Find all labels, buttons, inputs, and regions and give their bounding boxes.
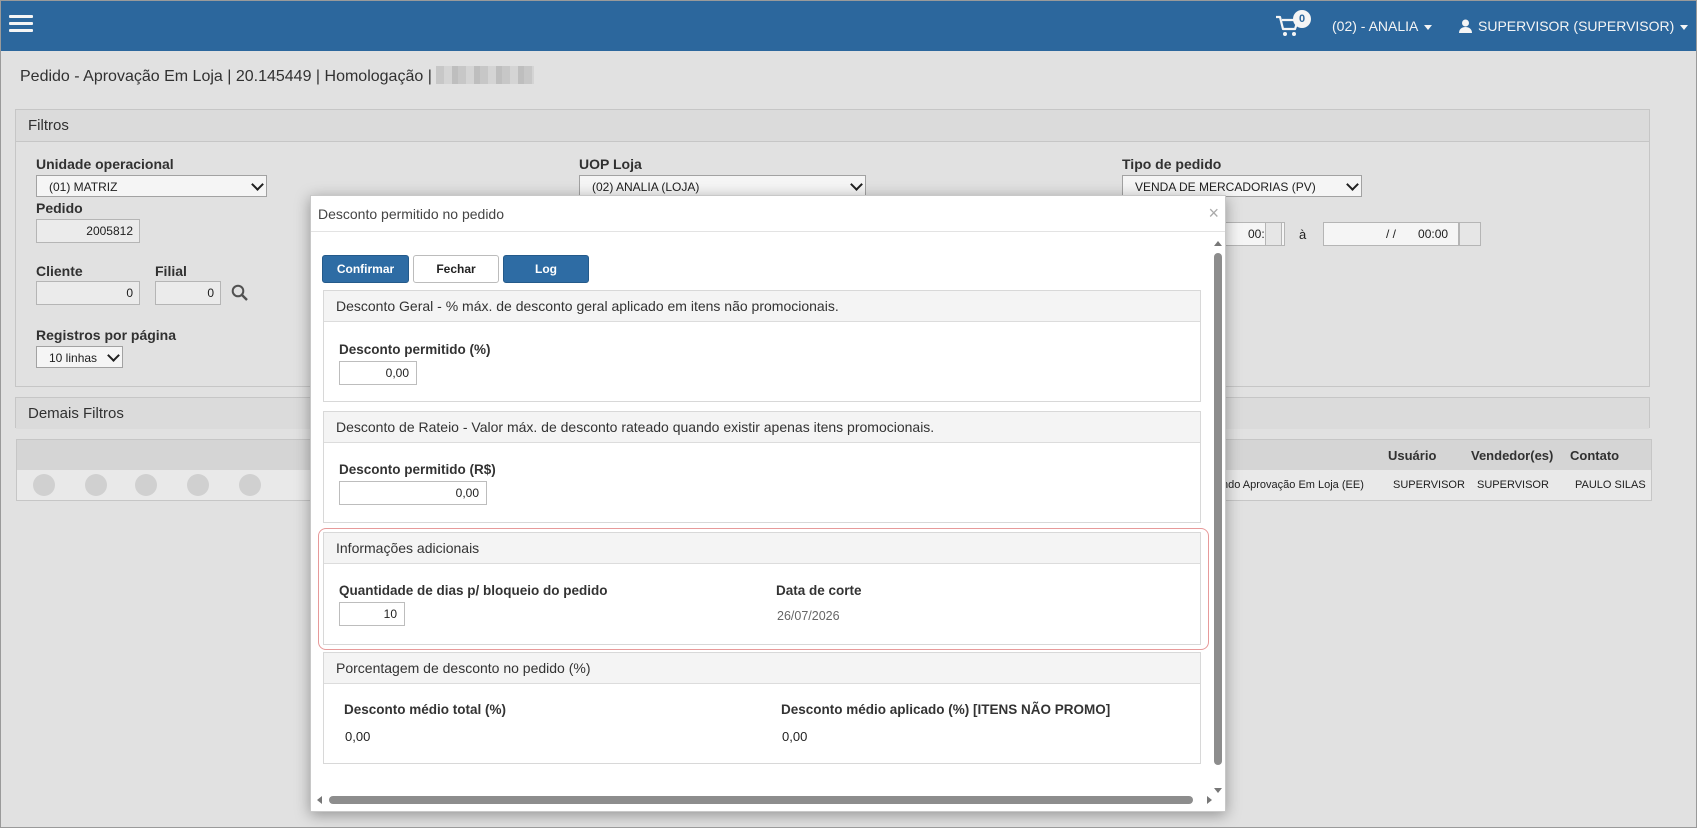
desconto-medio-aplicado-label: Desconto médio aplicado (%) [ITENS NÃO P… <box>781 702 1111 717</box>
discount-modal: Desconto permitido no pedido × Confirmar… <box>310 195 1226 812</box>
highlight-box <box>318 528 1209 650</box>
divider <box>311 231 1225 232</box>
app-frame: 0 (02) - ANALIA SUPERVISOR (SUPERVISOR) … <box>0 0 1697 828</box>
desconto-medio-total-value: 0,00 <box>345 729 371 744</box>
confirm-button[interactable]: Confirmar <box>322 255 409 283</box>
scroll-up-icon[interactable] <box>1214 241 1222 246</box>
desconto-rateio-label: Desconto permitido (R$) <box>339 462 496 477</box>
close-icon[interactable]: × <box>1208 204 1219 222</box>
modal-title: Desconto permitido no pedido <box>318 206 505 222</box>
close-button[interactable]: Fechar <box>413 255 499 283</box>
desconto-rateio-section: Desconto de Rateio - Valor máx. de desco… <box>323 411 1201 523</box>
scroll-right-icon[interactable] <box>1207 796 1212 804</box>
log-button[interactable]: Log <box>503 255 589 283</box>
scroll-left-icon[interactable] <box>317 796 322 804</box>
vertical-scrollbar[interactable] <box>1214 241 1222 793</box>
horizontal-scroll-thumb[interactable] <box>329 796 1193 804</box>
porcentagem-title: Porcentagem de desconto no pedido (%) <box>324 653 1200 684</box>
desconto-rateio-input[interactable]: 0,00 <box>339 481 487 505</box>
horizontal-scrollbar[interactable] <box>317 795 1212 805</box>
desconto-medio-total-label: Desconto médio total (%) <box>344 702 507 717</box>
desconto-geral-input[interactable]: 0,00 <box>339 361 417 385</box>
desconto-geral-label: Desconto permitido (%) <box>339 342 491 357</box>
porcentagem-section: Porcentagem de desconto no pedido (%) De… <box>323 652 1201 764</box>
desconto-medio-aplicado-value: 0,00 <box>782 729 808 744</box>
desconto-geral-section: Desconto Geral - % máx. de desconto gera… <box>323 290 1201 402</box>
desconto-rateio-title: Desconto de Rateio - Valor máx. de desco… <box>324 412 1200 443</box>
desconto-geral-title: Desconto Geral - % máx. de desconto gera… <box>324 291 1200 322</box>
vertical-scroll-thumb[interactable] <box>1214 253 1222 765</box>
scroll-down-icon[interactable] <box>1214 788 1222 793</box>
